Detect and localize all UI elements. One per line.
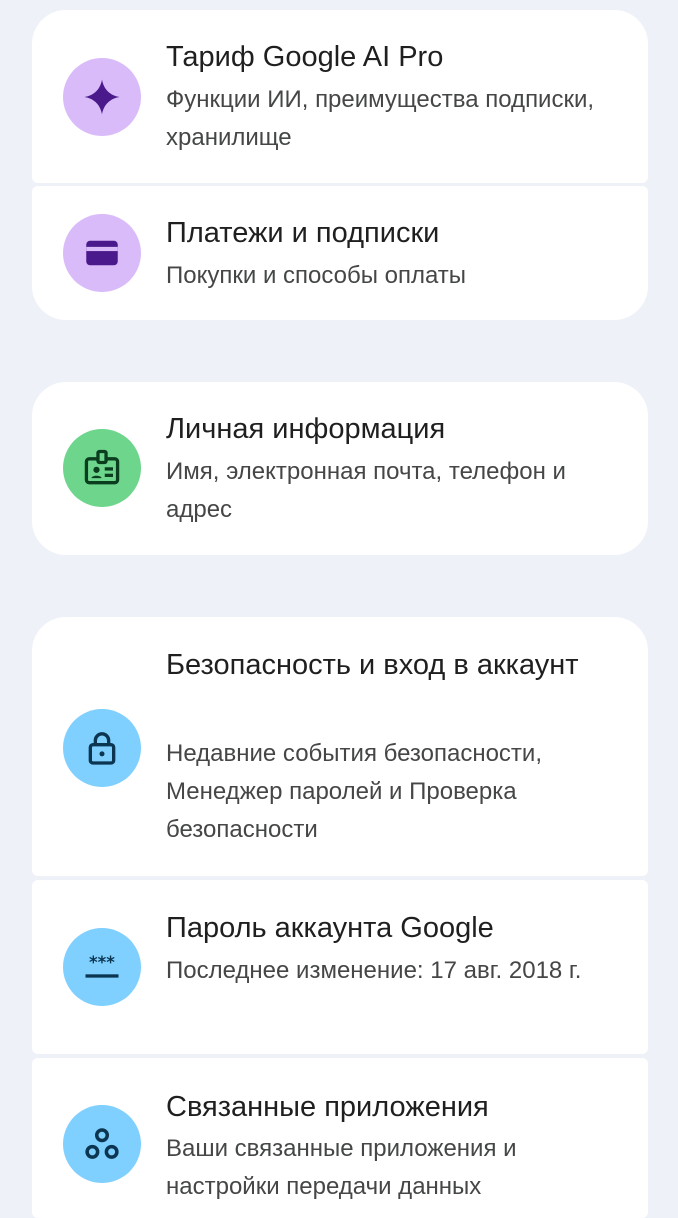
menu-item-title: Личная информация [166, 413, 446, 445]
menu-item-security-signin[interactable]: Безопасность и вход в аккаунт Недавние с… [32, 617, 648, 876]
menu-item-google-password[interactable]: *** Пароль аккаунта Google Последнее изм… [32, 880, 648, 1054]
menu-item-subtitle: Ваши связанные приложения и настройки пе… [166, 1135, 517, 1200]
menu-item-personal-info[interactable]: Личная информация Имя, электронная почта… [32, 382, 648, 555]
lock-icon [63, 709, 141, 787]
wallet-icon [63, 214, 141, 292]
sparkle-icon [63, 58, 141, 136]
menu-item-subtitle: Функции ИИ, преимущества подписки, храни… [166, 86, 595, 151]
menu-item-subtitle: Имя, электронная почта, телефон и адрес [166, 458, 566, 523]
connected-apps-icon [63, 1105, 141, 1183]
menu-item-ai-pro-plan[interactable]: Тариф Google AI Pro Функции ИИ, преимуще… [32, 10, 648, 183]
menu-item-title: Связанные приложения [166, 1091, 489, 1123]
password-icon: *** [63, 928, 141, 1006]
menu-item-subtitle: Покупки и способы оплаты [166, 262, 467, 289]
menu-item-connected-apps[interactable]: Связанные приложения Ваши связанные прил… [32, 1058, 648, 1218]
menu-item-title: Безопасность и вход в аккаунт [166, 649, 579, 681]
menu-item-subtitle: Последнее изменение: 17 авг. 2018 г. [166, 957, 582, 984]
menu-item-payments-subscriptions[interactable]: Платежи и подписки Покупки и способы опл… [32, 186, 648, 320]
menu-item-subtitle: Недавние события безопасности, Менеджер … [166, 740, 542, 843]
menu-item-title: Тариф Google AI Pro [166, 41, 444, 73]
menu-item-title: Пароль аккаунта Google [166, 912, 494, 944]
svg-text:***: *** [89, 953, 115, 972]
id-badge-icon [63, 429, 141, 507]
menu-item-title: Платежи и подписки [166, 217, 440, 249]
